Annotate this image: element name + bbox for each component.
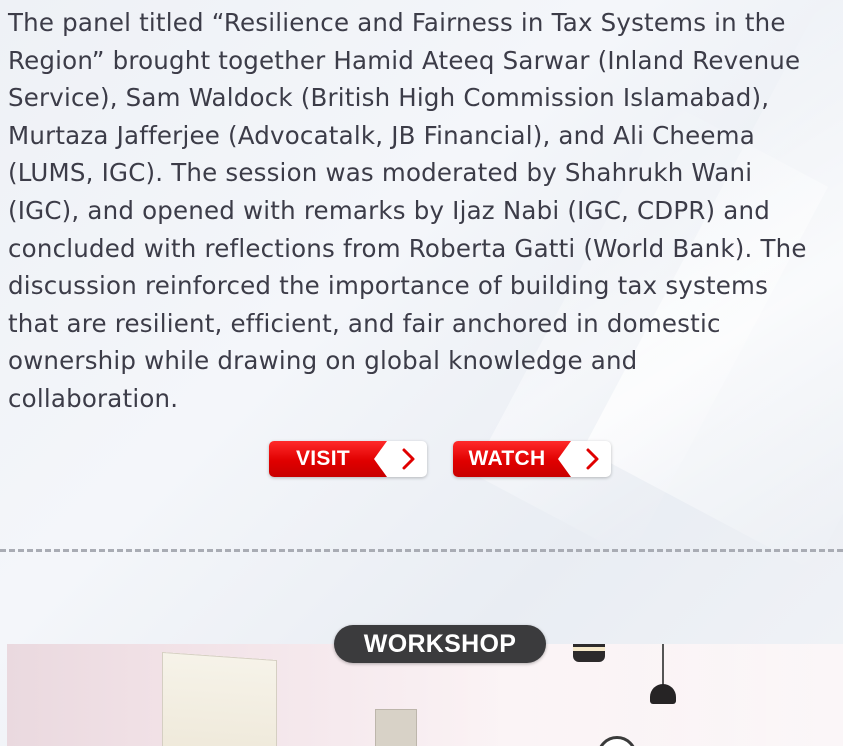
article-line: (IGC), and opened with remarks by Ijaz N… xyxy=(8,195,770,225)
section-divider xyxy=(0,549,843,552)
chevron-right-icon xyxy=(586,448,599,470)
article-line: collaboration. xyxy=(8,383,179,413)
section-badge: WORKSHOP xyxy=(334,625,546,663)
photo-wall-panel xyxy=(375,709,417,746)
article-line: Service), Sam Waldock (British High Comm… xyxy=(8,83,770,113)
photo-wall-panel xyxy=(162,651,277,746)
watch-button[interactable]: WATCH xyxy=(453,441,611,477)
article-line: ownership while drawing on global knowle… xyxy=(8,346,638,376)
article-line: concluded with reflections from Roberta … xyxy=(8,233,807,263)
lamp-cord xyxy=(662,644,664,688)
article-line: Region” brought together Hamid Ateeq Sar… xyxy=(8,45,801,75)
article-line: discussion reinforced the importance of … xyxy=(8,271,769,301)
watch-button-label: WATCH xyxy=(468,447,546,470)
article-line: The panel titled “Resilience and Fairnes… xyxy=(8,8,786,37)
visit-button-label: VISIT xyxy=(295,447,350,470)
pendant-lamp xyxy=(650,684,676,704)
article-line: Murtaza Jafferjee (Advocatalk, JB Financ… xyxy=(8,120,755,150)
lamp-glow xyxy=(573,647,605,651)
visit-button[interactable]: VISIT xyxy=(269,441,427,477)
article-line: (LUMS, IGC). The session was moderated b… xyxy=(8,158,753,188)
article-line: that are resilient, efficient, and fair … xyxy=(8,308,721,338)
chevron-right-icon xyxy=(402,448,415,470)
article-paragraph: The panel titled “Resilience and Fairnes… xyxy=(8,4,843,418)
